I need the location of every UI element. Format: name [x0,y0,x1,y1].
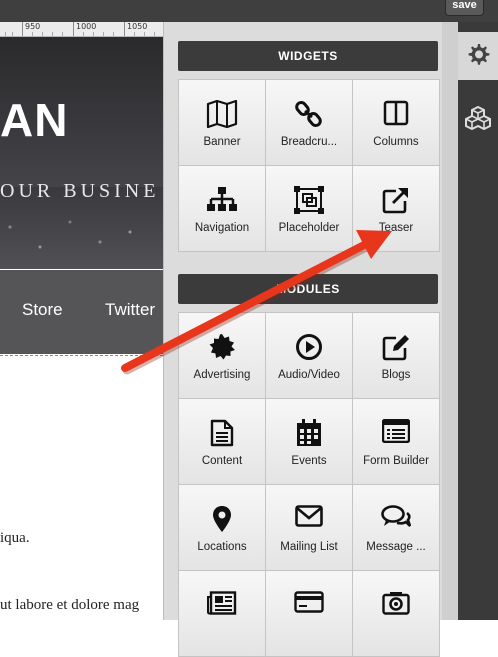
section-divider [0,355,163,356]
chat-bubbles-icon [381,505,411,527]
modules-heading: MODULES [178,274,438,304]
site-nav-store[interactable]: Store [22,300,63,320]
site-nav: Store Twitter [0,270,163,354]
placeholder-icon [294,186,324,214]
modules-grid: Advertising Audio/Video Blogs Content Ev… [178,312,440,657]
badge-icon [209,334,235,360]
module-label: Content [201,455,243,467]
widget-navigation[interactable]: Navigation [179,166,266,252]
map-icon [206,100,238,128]
envelope-icon [295,505,323,527]
document-icon [210,419,234,447]
module-label: Form Builder [363,455,429,467]
site-logo-text: AN [0,94,69,146]
edit-icon [382,335,409,361]
site-tagline: OUR BUSINE [0,180,160,202]
module-mailing-list[interactable]: Mailing List [266,485,353,571]
external-link-icon [382,188,408,214]
chain-link-icon [295,100,322,128]
module-advertising[interactable]: Advertising [179,313,266,399]
site-nav-twitter[interactable]: Twitter [105,300,155,320]
calendar-icon [297,419,321,446]
gear-icon [468,44,490,65]
widget-label: Navigation [194,222,250,234]
save-button[interactable]: save [445,0,484,16]
play-icon [296,334,322,360]
widget-label: Teaser [378,222,414,234]
body-text-line: iqua. [0,530,30,546]
widget-label: Breadcru... [280,136,338,148]
top-toolbar: save [0,0,498,22]
cube-icon [465,105,491,131]
widget-columns[interactable]: Columns [353,80,440,166]
module-label: Advertising [193,369,251,381]
body-text-line: ut labore et dolore mag [0,597,140,613]
ruler: 950 1000 1050 [0,22,163,37]
module-label: Blogs [381,369,411,381]
camera-icon [382,592,410,615]
newspaper-icon [207,591,237,615]
sitemap-icon [207,187,237,211]
widget-label: Columns [373,136,419,148]
module-label: Locations [197,541,247,553]
panel-scrollbar[interactable] [442,22,458,620]
module-locations[interactable]: Locations [179,485,266,571]
module-label: Mailing List [280,541,338,553]
widget-label: Banner [203,136,241,148]
widget-label: Placeholder [278,222,340,234]
form-icon [382,419,410,443]
module-blogs[interactable]: Blogs [353,313,440,399]
widget-breadcrumbs[interactable]: Breadcru... [266,80,353,166]
widget-banner[interactable]: Banner [179,80,266,166]
columns-icon [383,100,409,126]
modules-tab[interactable] [464,105,492,135]
module-photos[interactable] [353,571,440,657]
settings-tab[interactable] [458,32,498,80]
module-message-boards[interactable]: Message ... [353,485,440,571]
module-label: Message ... [366,541,426,553]
widgets-heading: WIDGETS [178,41,438,71]
credit-card-icon [294,591,324,613]
widget-placeholder[interactable]: Placeholder [266,166,353,252]
widget-teaser[interactable]: Teaser [353,166,440,252]
widgets-grid: Banner Breadcru... Columns Navigation Pl… [178,79,440,252]
module-label: Audio/Video [278,369,340,381]
map-pin-icon [213,506,231,532]
module-events[interactable]: Events [266,399,353,485]
module-content[interactable]: Content [179,399,266,485]
module-audio-video[interactable]: Audio/Video [266,313,353,399]
module-news[interactable] [179,571,266,657]
module-form-builder[interactable]: Form Builder [353,399,440,485]
site-hero: AN OUR BUSINE [0,37,163,269]
module-label: Events [291,455,327,467]
module-payments[interactable] [266,571,353,657]
